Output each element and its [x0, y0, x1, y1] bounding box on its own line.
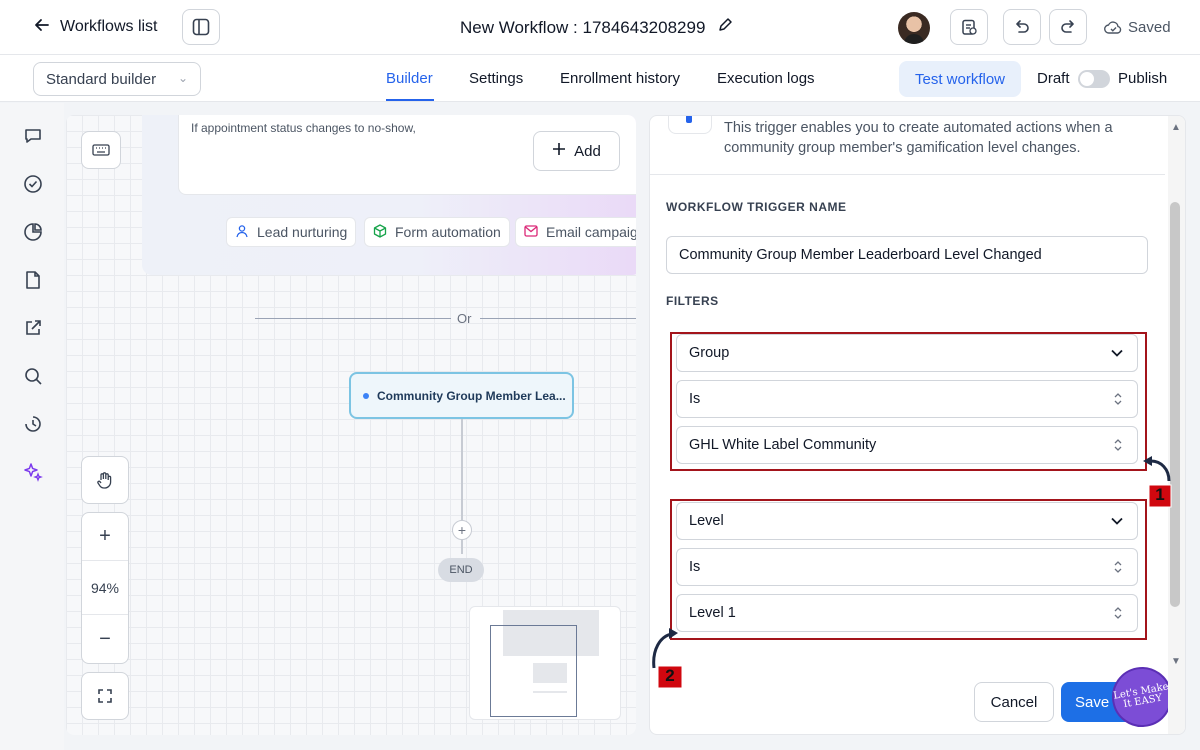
minimap-viewport[interactable] [490, 625, 577, 717]
add-label: Add [574, 142, 601, 160]
saved-status: Saved [1104, 19, 1171, 36]
cube-icon [373, 223, 387, 241]
keyboard-shortcuts-button[interactable] [81, 131, 121, 169]
workflow-canvas[interactable]: If appointment status changes to no-show… [66, 115, 636, 735]
zoom-level: 94% [82, 561, 128, 615]
tab-execution-logs[interactable]: Execution logs [717, 70, 815, 87]
divider-right [480, 318, 636, 319]
chip-label: Form automation [395, 224, 501, 240]
annotation-marker-1: 1 [1135, 451, 1175, 511]
highlight-box-1 [670, 332, 1147, 471]
pan-mode-button[interactable] [81, 456, 129, 504]
tab-settings[interactable]: Settings [469, 70, 523, 87]
toggle-sidebar-button[interactable] [182, 9, 220, 45]
arrow-left-icon [34, 17, 50, 38]
keyboard-icon [92, 144, 110, 156]
cloud-check-icon [1104, 20, 1122, 34]
pie-chart-icon[interactable] [22, 221, 44, 243]
trigger-type-icon [668, 116, 712, 134]
highlight-box-2 [670, 499, 1147, 640]
marker-2-label: 2 [665, 666, 675, 685]
workflow-notes-button[interactable] [950, 9, 988, 45]
top-bar: Workflows list New Workflow : 1784643208… [0, 0, 1200, 55]
edit-pencil-icon[interactable] [717, 17, 733, 38]
chip-label: Email campaig [546, 224, 636, 240]
undo-button[interactable] [1003, 9, 1041, 45]
trigger-settings-panel: This trigger enables you to create autom… [649, 115, 1186, 735]
or-label: Or [457, 311, 472, 326]
end-node: END [438, 558, 484, 582]
chip-lead-nurturing[interactable]: Lead nurturing [226, 217, 357, 247]
chat-icon[interactable] [22, 125, 44, 147]
marker-1-label: 1 [1155, 485, 1165, 504]
chip-email-campaign[interactable]: Email campaig [515, 217, 636, 247]
clipboard-icon [962, 19, 977, 35]
plus-icon [552, 142, 566, 160]
workflow-title-text: New Workflow : 1784643208299 [460, 17, 706, 37]
chip-label: Lead nurturing [257, 224, 348, 240]
filters-label: FILTERS [666, 294, 719, 308]
undo-icon [1016, 20, 1029, 33]
saved-label: Saved [1128, 19, 1171, 36]
publish-label: Publish [1118, 70, 1168, 87]
annotation-marker-2: 2 [648, 626, 692, 690]
add-trigger-button[interactable]: Add [533, 131, 620, 171]
trigger-hint-text: If appointment status changes to no-show… [191, 121, 416, 135]
chip-form-automation[interactable]: Form automation [364, 217, 510, 247]
back-label: Workflows list [60, 18, 158, 35]
builder-toolbar: Standard builder ⌄ Builder Settings Enro… [0, 55, 1200, 102]
external-link-icon[interactable] [22, 317, 44, 339]
zoom-controls: + 94% − [81, 512, 129, 664]
node-status-dot [363, 392, 369, 399]
test-workflow-button[interactable]: Test workflow [899, 61, 1021, 97]
minimap[interactable] [469, 606, 621, 720]
user-avatar[interactable] [898, 12, 930, 44]
search-icon[interactable] [22, 365, 44, 387]
divider [650, 174, 1165, 175]
expand-icon [98, 689, 112, 703]
left-rail [0, 103, 64, 750]
trigger-node-label: Community Group Member Lea... [377, 388, 566, 403]
history-icon[interactable] [22, 413, 44, 435]
trigger-name-label: WORKFLOW TRIGGER NAME [666, 200, 847, 214]
scroll-down-icon[interactable]: ▼ [1168, 656, 1184, 667]
user-icon [235, 224, 249, 241]
check-circle-icon[interactable] [22, 173, 44, 195]
publish-toggle[interactable] [1078, 70, 1110, 88]
active-tab-indicator [386, 99, 434, 101]
fit-view-button[interactable] [81, 672, 129, 720]
back-to-workflows-link[interactable]: Workflows list [34, 14, 158, 40]
builder-type-select[interactable]: Standard builder ⌄ [33, 62, 201, 96]
cancel-button[interactable]: Cancel [974, 682, 1054, 722]
scroll-up-icon[interactable]: ▲ [1168, 122, 1184, 133]
workflow-title: New Workflow : 1784643208299 [460, 17, 733, 38]
tab-builder[interactable]: Builder [386, 70, 433, 87]
zoom-in-button[interactable]: + [82, 513, 128, 561]
trigger-description: This trigger enables you to create autom… [724, 120, 1113, 156]
sidebar-panel-icon [192, 18, 210, 36]
tab-enrollment-history[interactable]: Enrollment history [560, 70, 680, 87]
builder-type-value: Standard builder [46, 70, 157, 88]
chevron-down-icon: ⌄ [177, 71, 188, 85]
add-step-button[interactable]: + [452, 520, 472, 540]
draft-label: Draft [1037, 70, 1070, 87]
document-icon[interactable] [22, 269, 44, 291]
trigger-name-input[interactable]: Community Group Member Leaderboard Level… [666, 236, 1148, 274]
redo-button[interactable] [1049, 9, 1087, 45]
divider-left [255, 318, 451, 319]
mail-icon [524, 224, 538, 240]
sparkles-icon[interactable] [22, 461, 44, 483]
zoom-out-button[interactable]: − [82, 615, 128, 663]
scrollbar-thumb[interactable] [1170, 202, 1180, 607]
trigger-node[interactable]: Community Group Member Lea... [349, 372, 574, 419]
redo-icon [1061, 20, 1074, 33]
hand-icon [97, 472, 112, 489]
